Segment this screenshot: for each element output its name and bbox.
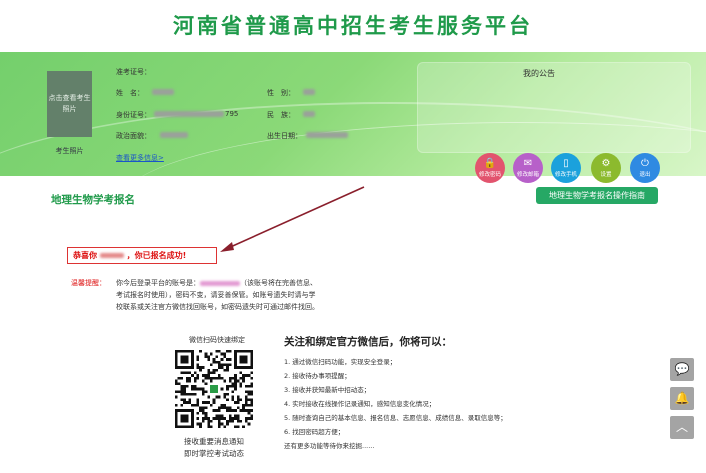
- tip-label: 温馨提醒：: [71, 279, 106, 287]
- benefit-item: 还有更多功能等待你来挖掘......: [284, 442, 375, 450]
- wechat-bind-title: 关注和绑定官方微信后，你将可以：: [284, 336, 452, 348]
- qq-icon: 🔔: [674, 391, 690, 405]
- benefit-item: 1. 通过微信扫码功能，实现安全登录；: [284, 358, 397, 366]
- username-redacted: [99, 253, 124, 258]
- tip-text: 你今后登录平台的账号是： （该账号将在完善信息、 考试报名时使用），密码不变，请妥…: [116, 279, 319, 311]
- benefit-item: 3. 接收并获知最新中招动态；: [284, 386, 371, 394]
- benefit-item: 6. 找回密码超方便；: [284, 428, 345, 436]
- qr-bottom-caption: 接收重要消息通知 即时掌控考试动态: [184, 437, 244, 458]
- benefit-item: 5. 随时查询自己的基本信息、报名信息、志愿信息、成绩信息、录取信息等；: [284, 414, 507, 422]
- back-to-top-button[interactable]: ︿: [670, 416, 694, 439]
- account-redacted: [200, 280, 240, 286]
- success-message: 恭喜你 ，你已报名成功!: [67, 247, 217, 264]
- back-to-top-icon: ︿: [675, 420, 688, 434]
- wechat-float-button[interactable]: 💬: [670, 358, 694, 381]
- wechat-icon: 💬: [674, 362, 690, 376]
- benefit-item: 4. 实时接收在线操作记录通知，感知信息变化情况；: [284, 400, 436, 408]
- qr-caption: 微信扫码快速绑定: [189, 336, 245, 344]
- benefit-item: 2. 接收待办事项提醒；: [284, 372, 351, 380]
- qq-float-button[interactable]: 🔔: [670, 387, 694, 410]
- wechat-qr-code[interactable]: [175, 350, 253, 428]
